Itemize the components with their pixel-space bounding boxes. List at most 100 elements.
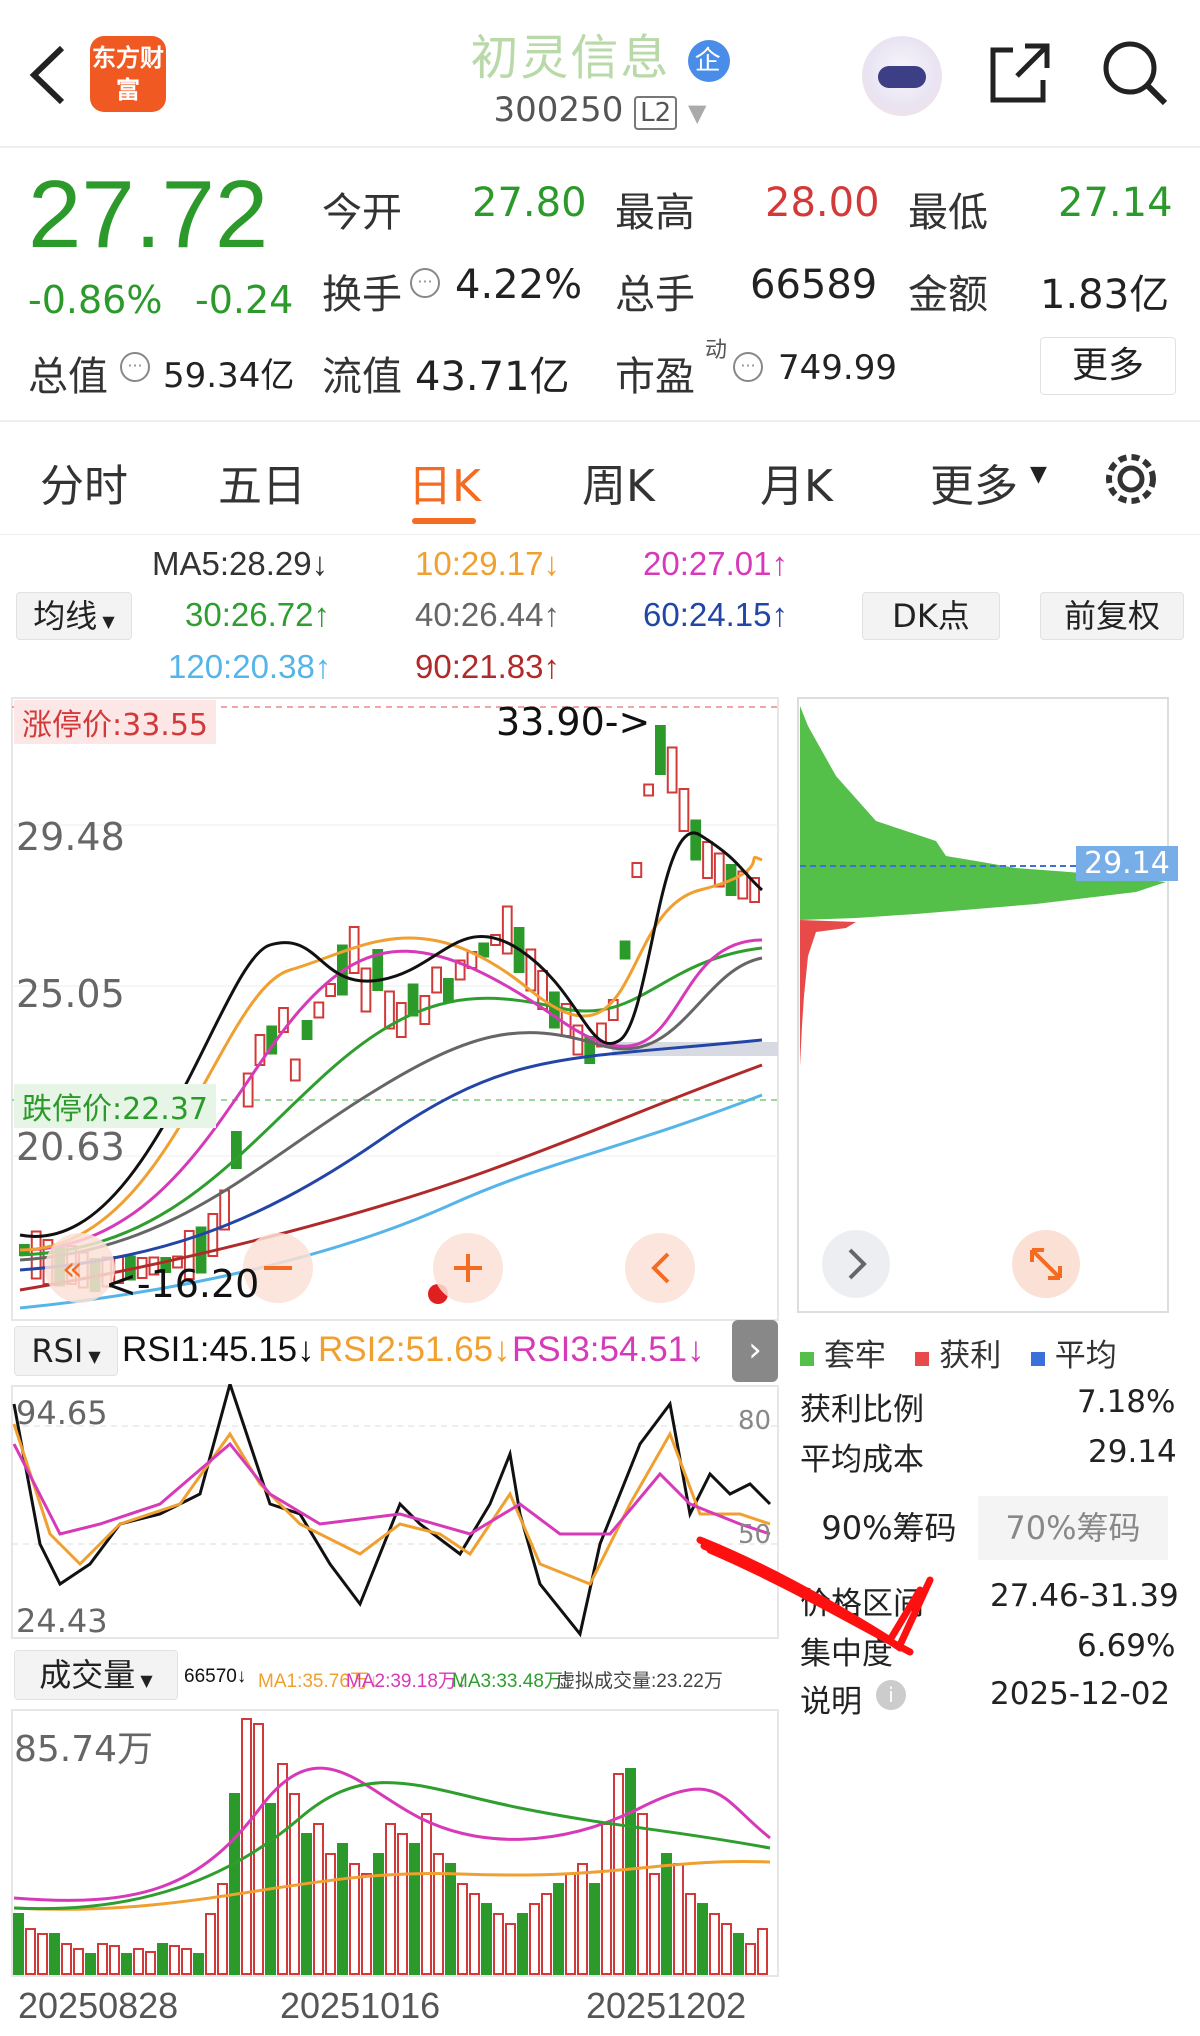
volume-bar bbox=[205, 1913, 216, 1975]
rsi1: RSI1:45.15↓ bbox=[122, 1330, 315, 1369]
chip-price-tag: 29.14 bbox=[1076, 846, 1178, 881]
volume-bar bbox=[601, 1823, 612, 1975]
red-scribble bbox=[696, 1536, 934, 1656]
adjust-button[interactable]: 前复权 bbox=[1040, 592, 1184, 640]
volume-bar bbox=[313, 1823, 324, 1975]
volume-bar bbox=[181, 1948, 192, 1975]
mktcap-value: 59.34亿 bbox=[163, 356, 295, 396]
volume-bar bbox=[349, 1863, 360, 1975]
volume-bar bbox=[709, 1913, 720, 1975]
volume-bar bbox=[673, 1863, 684, 1975]
volume-bar bbox=[481, 1903, 492, 1975]
volume-bar bbox=[745, 1943, 756, 1975]
volume-bar bbox=[649, 1873, 660, 1975]
robot-icon[interactable] bbox=[862, 36, 942, 116]
prev-button bbox=[625, 1233, 695, 1303]
tab-week-k[interactable]: 周K bbox=[582, 450, 655, 514]
volume-bar bbox=[49, 1933, 60, 1975]
settings-gear-icon[interactable] bbox=[1100, 448, 1162, 510]
volume-bar bbox=[277, 1763, 288, 1975]
volume-bar bbox=[685, 1893, 696, 1975]
change-value: -0.24 bbox=[195, 278, 294, 322]
limit-down-label: 跌停价:22.37 bbox=[14, 1084, 216, 1128]
ma-selector[interactable]: 均线 ▼ bbox=[16, 592, 132, 640]
volume-top-label: 85.74万 bbox=[14, 1729, 154, 1770]
more-button[interactable]: 更多 bbox=[1040, 337, 1176, 395]
enterprise-badge: 企 bbox=[687, 40, 730, 82]
volume-bar bbox=[145, 1951, 156, 1975]
turnover-value: 4.22% bbox=[455, 262, 583, 308]
note-value: 2025-12-02 bbox=[990, 1676, 1171, 1712]
legend-trapped: 套牢 bbox=[823, 1338, 886, 1374]
volume-bar bbox=[337, 1843, 348, 1975]
candle bbox=[360, 967, 372, 1013]
candle bbox=[678, 788, 690, 832]
low-value: 27.14 bbox=[1058, 180, 1173, 226]
candle bbox=[702, 841, 713, 879]
rsi3: RSI3:54.51↓ bbox=[512, 1330, 705, 1369]
y-label: 20.63 bbox=[16, 1125, 125, 1169]
candle bbox=[313, 1001, 325, 1019]
volume-bar bbox=[625, 1768, 636, 1975]
volume-bar bbox=[637, 1813, 648, 1975]
volume-bar bbox=[301, 1833, 312, 1975]
mktcap-label: 总值 bbox=[28, 354, 108, 400]
volume-selector[interactable]: 成交量 ▼ bbox=[14, 1650, 178, 1700]
info-icon[interactable]: i bbox=[876, 1680, 906, 1710]
volume-bar bbox=[25, 1928, 36, 1975]
volume-ma2: MA2:39.18万↓ bbox=[346, 1671, 467, 1692]
volume-bar bbox=[565, 1873, 576, 1975]
tab-month-k[interactable]: 月K bbox=[760, 450, 833, 514]
search-icon[interactable] bbox=[1100, 38, 1170, 108]
volume-bar bbox=[553, 1883, 564, 1975]
info-icon[interactable]: ··· bbox=[733, 352, 763, 382]
tab-more[interactable]: 更多 bbox=[930, 450, 1018, 514]
volume-virtual: 虚拟成交量:23.22万 bbox=[556, 1671, 723, 1692]
y-label: 25.05 bbox=[16, 972, 125, 1016]
candle bbox=[289, 1058, 301, 1082]
volume-bar bbox=[529, 1903, 540, 1975]
collapse-panel-button[interactable]: › bbox=[732, 1320, 778, 1382]
volume-bar bbox=[361, 1873, 372, 1975]
info-icon[interactable]: ··· bbox=[410, 268, 440, 298]
share-icon[interactable] bbox=[985, 38, 1055, 108]
volume-current: 66570↓ bbox=[184, 1666, 247, 1687]
tab-fenshi[interactable]: 分时 bbox=[40, 450, 128, 514]
tab-day-k[interactable]: 日K bbox=[408, 450, 481, 514]
rsi-80-label: 80 bbox=[738, 1406, 772, 1436]
volume-bar bbox=[421, 1813, 432, 1975]
tab-five-day[interactable]: 五日 bbox=[218, 450, 306, 514]
volume-bar bbox=[241, 1718, 252, 1975]
ma20: 20:27.01↑ bbox=[643, 545, 788, 582]
chip-distribution[interactable] bbox=[796, 696, 1170, 1314]
rsi-selector[interactable]: RSI ▼ bbox=[14, 1326, 118, 1376]
date-label: 20251202 bbox=[586, 1985, 747, 2026]
rsi-bottom-label: 24.43 bbox=[16, 1602, 108, 1640]
svg-text:«: « bbox=[62, 1249, 83, 1289]
volume-bar bbox=[373, 1853, 384, 1975]
ma40: 40:26.44↑ bbox=[415, 596, 560, 633]
volume-bar bbox=[109, 1945, 120, 1975]
volume-value: 66589 bbox=[750, 262, 878, 308]
rsi-top-label: 94.65 bbox=[16, 1394, 108, 1432]
limit-up-label: 涨停价:33.55 bbox=[14, 700, 216, 744]
candle bbox=[325, 983, 337, 997]
rsi1-line bbox=[12, 1384, 772, 1638]
pe-sup: 动 bbox=[705, 338, 728, 363]
rsi-chart[interactable] bbox=[0, 1384, 790, 1640]
candle bbox=[407, 983, 419, 1017]
volume-bar bbox=[97, 1943, 108, 1975]
dk-point-button[interactable]: DK点 bbox=[862, 592, 1000, 640]
info-icon[interactable]: ··· bbox=[120, 352, 150, 382]
rsi2: RSI2:51.65↓ bbox=[318, 1330, 511, 1369]
chip-tab-70[interactable]: 70%筹码 bbox=[978, 1496, 1168, 1560]
volume-bar bbox=[445, 1863, 456, 1975]
concentration-value: 6.69% bbox=[1077, 1628, 1176, 1664]
legend-avg: 平均 bbox=[1054, 1338, 1117, 1374]
ma60: 60:24.15↑ bbox=[643, 596, 788, 633]
ma10: 10:29.17↓ bbox=[415, 545, 560, 582]
low-marker: <-16.20 bbox=[105, 1262, 260, 1306]
chip-legend: 套牢 获利 平均 bbox=[800, 1330, 1117, 1375]
amount-value: 1.83亿 bbox=[1040, 272, 1170, 318]
volume-bar bbox=[385, 1823, 396, 1975]
